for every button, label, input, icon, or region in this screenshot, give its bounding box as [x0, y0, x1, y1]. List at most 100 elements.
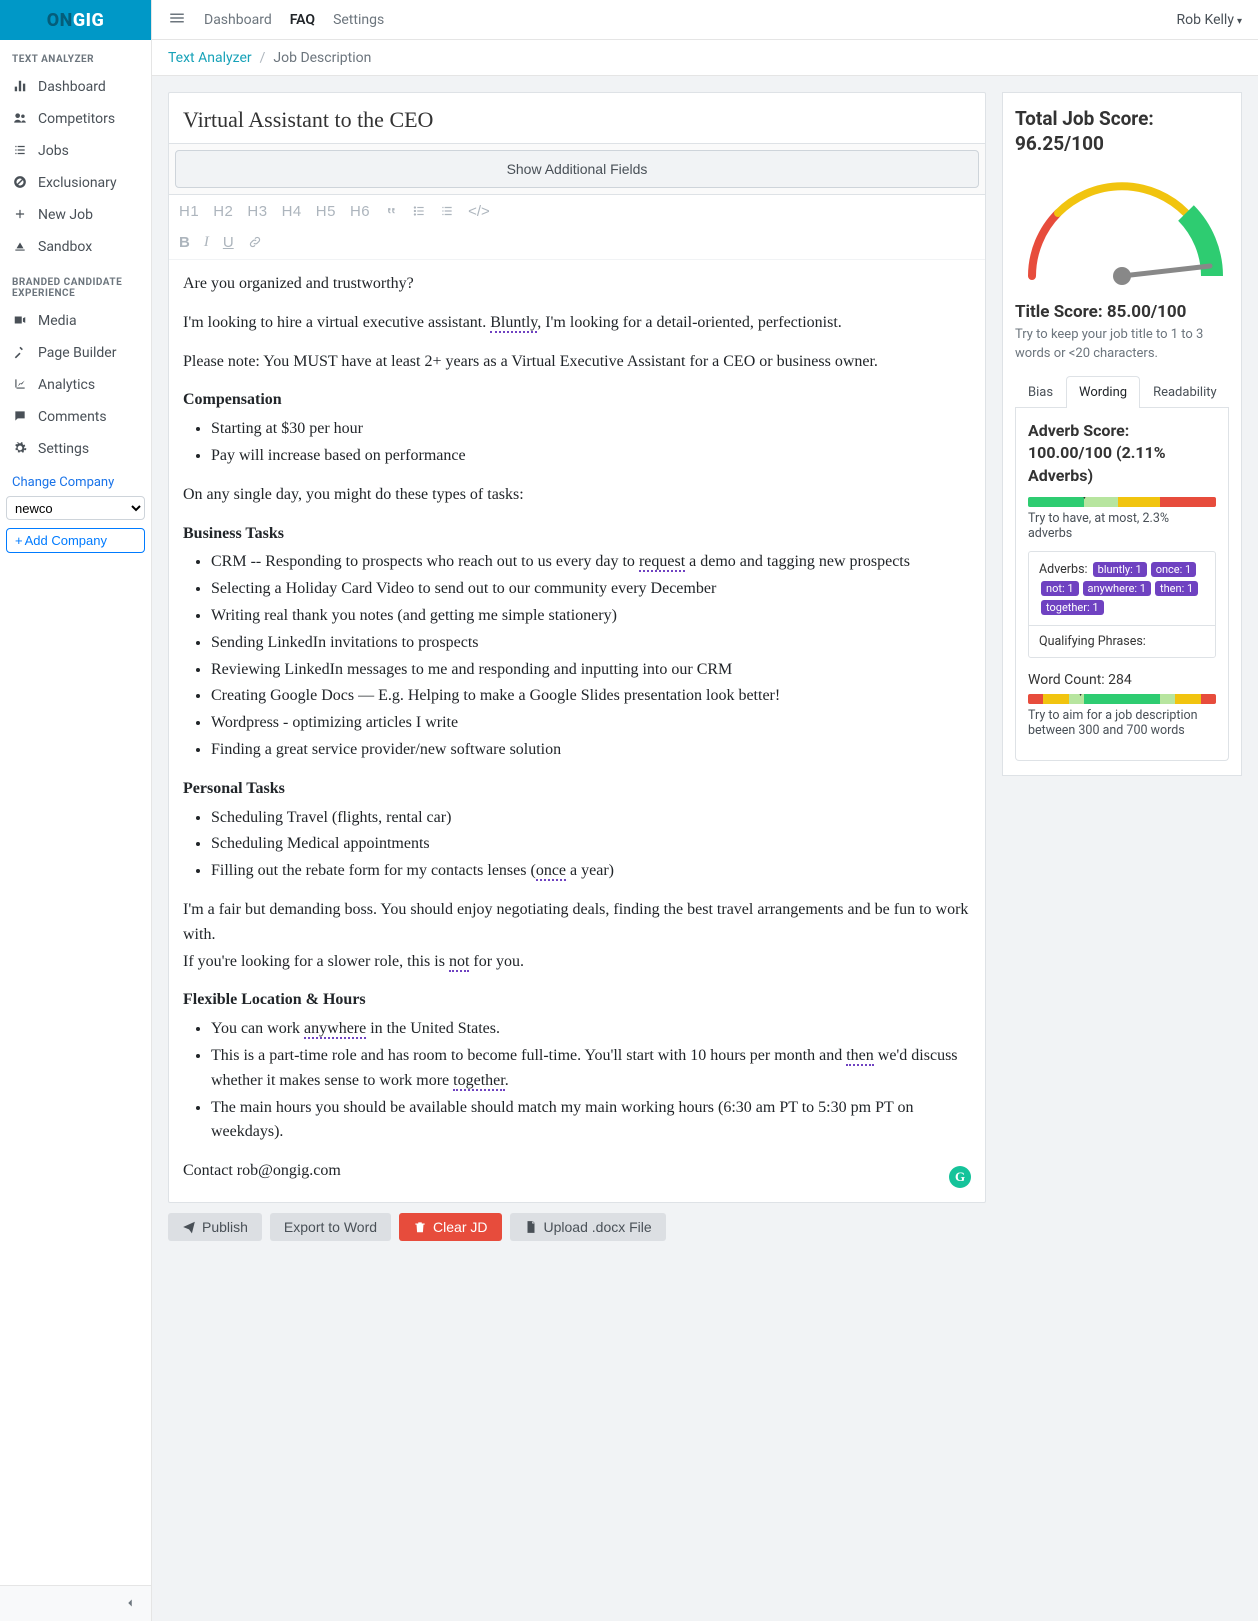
heading-compensation: Compensation: [183, 388, 971, 413]
sidebar-item-dashboard[interactable]: Dashboard: [0, 71, 151, 103]
list-item: Finding a great service provider/new sof…: [211, 738, 971, 763]
list-item: Creating Google Docs — E.g. Helping to m…: [211, 684, 971, 709]
sidebar-label: Sandbox: [38, 239, 92, 255]
sidebar-label: Settings: [38, 441, 89, 457]
editor-body[interactable]: Are you organized and trustworthy? I'm l…: [169, 260, 985, 1202]
h5-button[interactable]: H5: [316, 203, 336, 220]
topnav-dashboard[interactable]: Dashboard: [204, 12, 272, 28]
score-panel: Total Job Score: 96.25/100 Title: [1002, 92, 1242, 776]
user-menu[interactable]: Rob Kelly▾: [1177, 12, 1242, 28]
publish-button[interactable]: Publish: [168, 1213, 262, 1241]
trash-icon: [413, 1219, 427, 1235]
numbered-list-button[interactable]: [440, 203, 454, 220]
list-item: Wordpress - optimizing articles I write: [211, 711, 971, 736]
sidebar-item-competitors[interactable]: Competitors: [0, 103, 151, 135]
business-tasks-list: CRM -- Responding to prospects who reach…: [183, 550, 971, 762]
sidebar-item-analytics[interactable]: Analytics: [0, 369, 151, 401]
h6-button[interactable]: H6: [350, 203, 370, 220]
list-item: Scheduling Medical appointments: [211, 832, 971, 857]
sandbox-icon: [12, 239, 28, 255]
clear-jd-button[interactable]: Clear JD: [399, 1213, 501, 1241]
adverb-pill: bluntly: 1: [1093, 562, 1147, 577]
sidebar-item-new-job[interactable]: New Job: [0, 199, 151, 231]
topnav-settings[interactable]: Settings: [333, 12, 384, 28]
title-score: Title Score: 85.00/100: [1015, 302, 1229, 322]
hamburger-icon[interactable]: [168, 9, 186, 30]
adverb-pill: not: 1: [1041, 581, 1079, 596]
paper-plane-icon: [182, 1219, 196, 1235]
job-title[interactable]: Virtual Assistant to the CEO: [169, 93, 985, 144]
sidebar-label: Exclusionary: [38, 175, 117, 191]
sidebar-label: Page Builder: [38, 345, 116, 361]
link-button[interactable]: [248, 234, 262, 251]
gear-icon: [12, 441, 28, 457]
list-item: The main hours you should be available s…: [211, 1096, 971, 1146]
sidebar-item-jobs[interactable]: Jobs: [0, 135, 151, 167]
qualifying-phrases-label: Qualifying Phrases:: [1029, 625, 1215, 657]
italic-button[interactable]: I: [204, 234, 209, 251]
change-company-link[interactable]: Change Company: [0, 465, 151, 496]
paragraph: On any single day, you might do these ty…: [183, 483, 971, 508]
bold-button[interactable]: B: [179, 234, 190, 251]
contact-line: Contact rob@ongig.com: [183, 1159, 971, 1184]
show-additional-fields-button[interactable]: Show Additional Fields: [175, 150, 979, 188]
tab-readability[interactable]: Readability: [1140, 376, 1230, 408]
adverb-highlight: Bluntly: [490, 314, 537, 333]
grammarly-icon[interactable]: G: [949, 1166, 971, 1188]
h4-button[interactable]: H4: [282, 203, 302, 220]
sidebar-item-media[interactable]: Media: [0, 305, 151, 337]
word-count-help: Try to aim for a job description between…: [1028, 708, 1216, 738]
caret-down-icon: ▾: [1237, 16, 1242, 27]
chart-icon: [12, 377, 28, 393]
sidebar-item-sandbox[interactable]: Sandbox: [0, 231, 151, 263]
adverb-score-title: Adverb Score: 100.00/100 (2.11% Adverbs): [1028, 420, 1216, 487]
upload-docx-button[interactable]: Upload .docx File: [510, 1213, 666, 1241]
editor-toolbar: H1 H2 H3 H4 H5 H6 </> B I U: [169, 195, 985, 260]
sidebar-label: Media: [38, 313, 77, 329]
adverb-score-bar: ▼: [1028, 497, 1216, 507]
h3-button[interactable]: H3: [247, 203, 267, 220]
sidebar-item-exclusionary[interactable]: Exclusionary: [0, 167, 151, 199]
list-item: Selecting a Holiday Card Video to send o…: [211, 577, 971, 602]
list-item: CRM -- Responding to prospects who reach…: [211, 550, 971, 575]
sidebar-item-settings[interactable]: Settings: [0, 433, 151, 465]
bullet-list-button[interactable]: [412, 203, 426, 220]
export-button[interactable]: Export to Word: [270, 1213, 391, 1241]
blockquote-button[interactable]: [384, 203, 398, 220]
adverb-highlight: then: [846, 1047, 874, 1066]
h2-button[interactable]: H2: [213, 203, 233, 220]
file-icon: [524, 1219, 538, 1235]
list-item: Reviewing LinkedIn messages to me and re…: [211, 658, 971, 683]
adverb-pill: together: 1: [1041, 600, 1104, 615]
underline-button[interactable]: U: [223, 234, 234, 251]
breadcrumb: Text Analyzer / Job Description: [152, 40, 1258, 76]
company-select[interactable]: newco: [6, 496, 145, 520]
brand-logo[interactable]: ONGIG: [0, 0, 151, 40]
flexible-list: You can work anywhere in the United Stat…: [183, 1017, 971, 1145]
bar-marker-icon: ▼: [1075, 694, 1087, 699]
adverb-highlight: together: [453, 1072, 505, 1091]
list-icon: [12, 143, 28, 159]
tab-wording[interactable]: Wording: [1066, 376, 1140, 408]
topnav-faq[interactable]: FAQ: [290, 12, 315, 28]
h1-button[interactable]: H1: [179, 203, 199, 220]
add-company-button[interactable]: +Add Company: [6, 528, 145, 553]
code-button[interactable]: </>: [468, 203, 490, 220]
breadcrumb-root[interactable]: Text Analyzer: [168, 50, 252, 66]
list-item: Pay will increase based on performance: [211, 444, 971, 469]
chevron-left-icon: [123, 1596, 137, 1612]
action-bar: Publish Export to Word Clear JD Upload .…: [168, 1213, 986, 1241]
sidebar-label: Dashboard: [38, 79, 106, 95]
adverb-pill: anywhere: 1: [1083, 581, 1151, 596]
collapse-sidebar-button[interactable]: [0, 1585, 151, 1621]
sidebar-item-page-builder[interactable]: Page Builder: [0, 337, 151, 369]
editor-card: Virtual Assistant to the CEO Show Additi…: [168, 92, 986, 1203]
breadcrumb-separator: /: [260, 50, 266, 66]
paragraph: Please note: You MUST have at least 2+ y…: [183, 350, 971, 375]
sidebar-item-comments[interactable]: Comments: [0, 401, 151, 433]
score-tabs: Bias Wording Readability: [1015, 375, 1229, 408]
word-count-bar: ▼: [1028, 694, 1216, 704]
tab-bias[interactable]: Bias: [1015, 376, 1066, 408]
hammer-icon: [12, 345, 28, 361]
people-icon: [12, 111, 28, 127]
